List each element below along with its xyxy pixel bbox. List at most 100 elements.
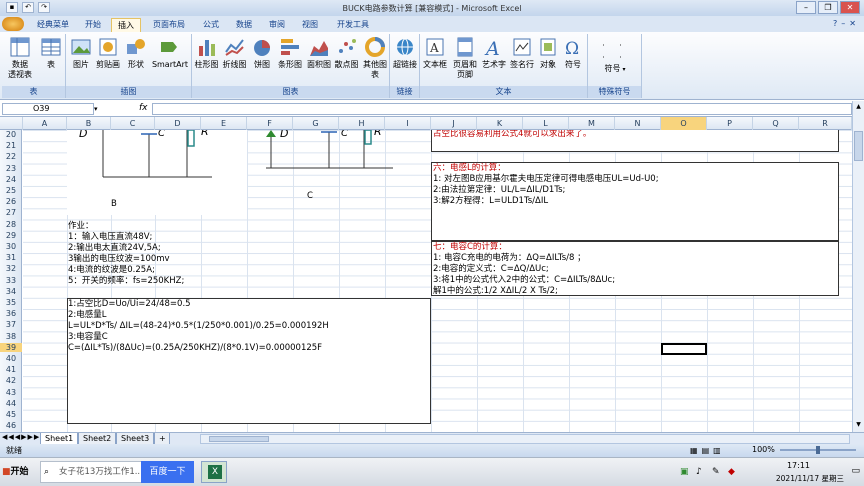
zoom-slider-thumb[interactable] [816,446,820,454]
name-box-dropdown-icon[interactable]: ▾ [94,103,103,115]
excel-taskbar-icon[interactable]: X [201,461,227,483]
tab-insert[interactable]: 插入 [111,18,141,32]
column-header[interactable]: I [385,117,431,130]
row-header[interactable]: 26 [0,197,22,206]
tab-review[interactable]: 审阅 [262,18,292,32]
scroll-down-icon[interactable]: ▼ [854,421,863,430]
formula-input[interactable] [152,103,852,115]
smartart-button[interactable]: SmartArt [150,36,190,70]
worksheet-grid[interactable]: D C R B D C R C 作业： 1：输入电压直流48V; 2:输出电太直… [23,130,852,432]
line-chart-button[interactable]: 折线图 [221,36,248,70]
name-box[interactable]: O39 [2,103,94,115]
row-header[interactable]: 36 [0,309,22,318]
row-header[interactable]: 37 [0,320,22,329]
row-header[interactable]: 25 [0,186,22,195]
shapes-button[interactable]: 形状 [124,36,148,70]
network-icon[interactable]: ▣ [680,467,689,477]
baidu-search-button[interactable]: 百度一下 [141,461,194,483]
row-header[interactable]: 24 [0,175,22,184]
row-header[interactable]: 38 [0,332,22,341]
column-header[interactable]: B [67,117,111,130]
notification-icon[interactable]: ▭ [851,466,860,476]
row-header[interactable]: 21 [0,141,22,150]
column-header[interactable]: Q [753,117,799,130]
tab-classic-menu[interactable]: 经典菜单 [30,18,76,32]
column-header[interactable]: D [155,117,201,130]
column-header[interactable]: R [799,117,852,130]
insert-function-icon[interactable]: fx [139,103,148,113]
office-button[interactable] [2,17,24,31]
input-method-icon[interactable]: ✎ [712,467,720,477]
column-header[interactable]: F [247,117,293,130]
selected-cell[interactable] [661,343,707,355]
column-header[interactable]: M [569,117,615,130]
row-header[interactable]: 35 [0,298,22,307]
table-button[interactable]: 表 [38,36,64,70]
horizontal-scroll-thumb[interactable] [209,436,269,442]
row-header[interactable]: 40 [0,354,22,363]
row-header[interactable]: 45 [0,410,22,419]
horizontal-scrollbar[interactable] [200,434,850,444]
row-header[interactable]: 32 [0,264,22,273]
textbox-button[interactable]: A 文本框 [422,36,448,70]
row-header[interactable]: 34 [0,287,22,296]
zoom-level[interactable]: 100% [752,445,775,454]
tab-developer[interactable]: 开发工具 [330,18,376,32]
row-header[interactable]: 22 [0,152,22,161]
tab-data[interactable]: 数据 [229,18,259,32]
area-chart-button[interactable]: 面积图 [305,36,333,70]
clock-time[interactable]: 17:11 [787,461,810,470]
row-header-selected[interactable]: 39 [0,342,22,353]
zoom-slider[interactable] [780,446,856,454]
object-button[interactable]: 对象 [536,36,560,70]
tab-page-layout[interactable]: 页面布局 [146,18,192,32]
bar-chart-button[interactable]: 条形图 [276,36,304,70]
sheet-nav-arrows-icon[interactable]: ◀◀◀▶▶▶ [2,433,40,441]
wordart-button[interactable]: A 艺术字 [480,36,508,70]
start-button[interactable]: ■开始 [2,462,32,482]
row-header[interactable]: 29 [0,231,22,240]
column-header[interactable]: C [111,117,155,130]
select-all-corner[interactable] [0,117,23,130]
column-header[interactable]: N [615,117,661,130]
minimize-icon[interactable]: – [796,1,816,14]
row-header[interactable]: 23 [0,164,22,173]
row-header[interactable]: 41 [0,365,22,374]
column-header[interactable]: P [707,117,753,130]
column-header[interactable]: E [201,117,247,130]
picture-button[interactable]: 图片 [68,36,94,70]
row-header[interactable]: 42 [0,376,22,385]
column-header[interactable]: K [477,117,523,130]
scatter-chart-button[interactable]: 散点图 [333,36,360,70]
column-header[interactable]: L [523,117,569,130]
column-header[interactable]: J [431,117,477,130]
row-header[interactable]: 43 [0,388,22,397]
column-header-selected[interactable]: O [661,117,707,130]
tab-home[interactable]: 开始 [78,18,108,32]
other-charts-button[interactable]: 其他图表 [360,36,390,80]
column-header[interactable]: H [339,117,385,130]
close-icon[interactable]: ✕ [840,1,860,14]
tab-formulas[interactable]: 公式 [196,18,226,32]
normal-view-icon[interactable]: ▦ [690,446,698,455]
row-header[interactable]: 33 [0,276,22,285]
tab-view[interactable]: 视图 [295,18,325,32]
row-header[interactable]: 31 [0,253,22,262]
row-header[interactable]: 44 [0,399,22,408]
vertical-scroll-thumb[interactable] [854,131,863,161]
pivot-table-button[interactable]: 数据 透视表 [4,36,36,80]
restore-icon[interactable]: ❐ [818,1,838,14]
row-header[interactable]: 46 [0,421,22,430]
row-header[interactable]: 27 [0,208,22,217]
column-header[interactable]: G [293,117,339,130]
clock-date[interactable]: 2021/11/17 星期三 [776,473,844,484]
header-footer-button[interactable]: 页眉和 页脚 [450,36,480,80]
help-icon[interactable]: ? [833,19,837,28]
page-break-view-icon[interactable]: ▥ [713,446,721,455]
security-icon[interactable]: ◆ [728,467,735,477]
minimize-ribbon-icon[interactable]: – [841,19,845,28]
pie-chart-button[interactable]: 饼图 [249,36,275,70]
row-header[interactable]: 28 [0,220,22,229]
hyperlink-button[interactable]: 超链接 [391,36,419,70]
row-header[interactable]: 30 [0,242,22,251]
